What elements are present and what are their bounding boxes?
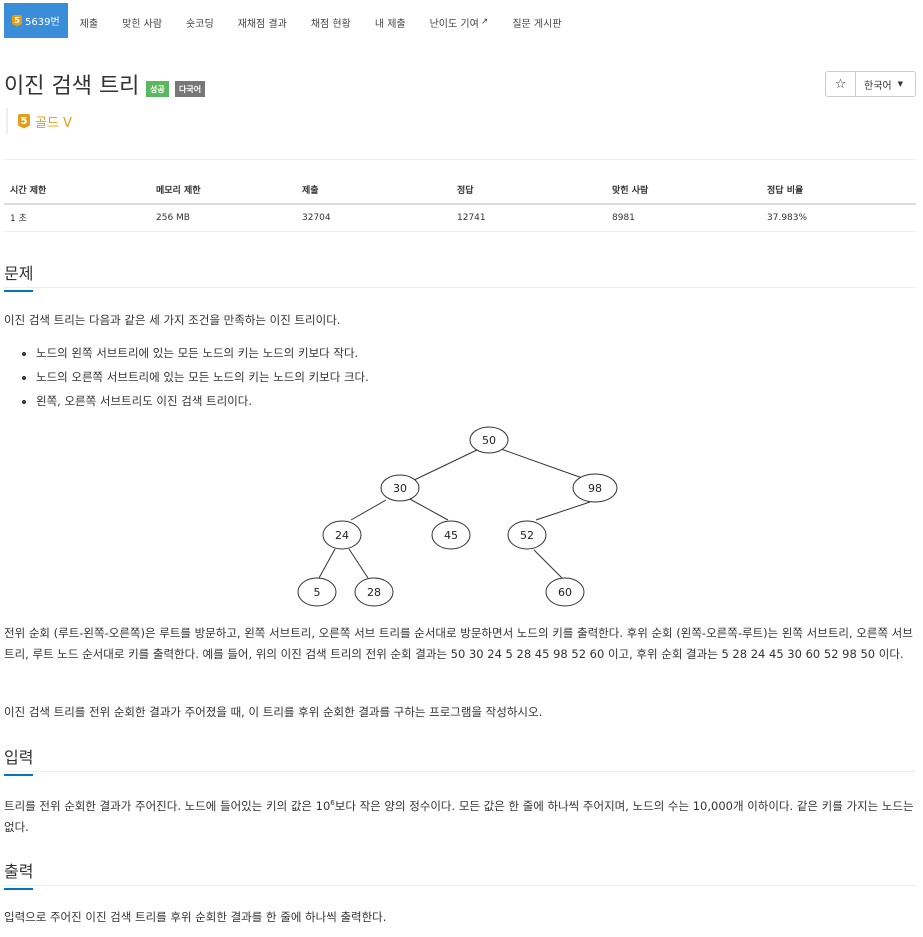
multilang-label: 다국어 — [175, 81, 206, 97]
tab-problem-id[interactable]: 5 5639번 — [4, 3, 68, 38]
language-dropdown[interactable]: 한국어 ▼ — [855, 71, 916, 97]
tree-edge — [407, 497, 449, 521]
value-solvers: 8981 — [606, 204, 761, 232]
tree-node-label: 50 — [482, 434, 496, 447]
tier-badge-icon: 5 — [12, 14, 22, 27]
section-divider — [4, 287, 916, 288]
caret-down-icon: ▼ — [897, 80, 903, 88]
problem-intro: 이진 검색 트리는 다음과 같은 세 가지 조건을 만족하는 이진 트리이다. — [4, 313, 341, 327]
tree-node-label: 98 — [588, 482, 602, 495]
value-accepted: 12741 — [451, 204, 606, 232]
star-icon: ☆ — [834, 76, 847, 92]
header-accepted: 정답 — [451, 175, 606, 205]
tab-accepted-users[interactable]: 맞힌 사람 — [110, 3, 174, 41]
tree-node-label: 60 — [558, 586, 572, 599]
input-text-part1: 트리를 전위 순회한 결과가 주어진다. 노드에 들어있는 키의 값은 10 — [4, 798, 331, 813]
condition-list: 노드의 왼쪽 서브트리에 있는 모든 노드의 키는 노드의 키보다 작다. 노드… — [4, 341, 369, 413]
tree-edge — [535, 501, 591, 521]
tab-difficulty-contribution[interactable]: 난이도 기여 ↗ — [418, 3, 501, 41]
tree-edge — [500, 448, 586, 480]
tree-node-label: 24 — [335, 529, 349, 542]
tree-edge — [318, 548, 336, 579]
language-label: 한국어 — [864, 80, 892, 92]
problem-tier[interactable]: 5 골드 V — [6, 108, 72, 134]
output-description: 입력으로 주어진 이진 검색 트리를 후위 순회한 결과를 한 줄에 하나씩 출… — [4, 910, 387, 924]
page-title: 이진 검색 트리 — [4, 74, 140, 99]
success-label: 성공 — [146, 81, 169, 97]
table-header-row: 시간 제한 메모리 제한 제출 정답 맞힌 사람 정답 비율 — [4, 175, 916, 205]
tree-node-label: 30 — [393, 482, 407, 495]
header-memory-limit: 메모리 제한 — [150, 175, 296, 205]
list-item: 노드의 오른쪽 서브트리에 있는 모든 노드의 키는 노드의 키보다 크다. — [36, 365, 369, 389]
tier-label: 골드 V — [35, 115, 72, 131]
value-submissions: 32704 — [296, 204, 451, 232]
tab-rejudge-results[interactable]: 재채점 결과 — [226, 3, 299, 41]
tree-node-label: 5 — [314, 586, 321, 599]
tree-node-label: 45 — [444, 529, 458, 542]
tier-badge-icon: 5 — [18, 113, 30, 129]
tree-edge — [350, 499, 387, 521]
divider — [4, 159, 916, 160]
tab-my-submissions[interactable]: 내 제출 — [363, 3, 418, 41]
tree-edge — [409, 448, 480, 483]
table-row: 1 초 256 MB 32704 12741 8981 37.983% — [4, 204, 916, 232]
problem-nav: 5 5639번 제출 맞힌 사람 숏코딩 재채점 결과 채점 현황 내 제출 난… — [0, 0, 923, 44]
tree-node-label: 28 — [367, 586, 381, 599]
header-submissions: 제출 — [296, 175, 451, 205]
bst-diagram: 50 30 98 24 45 52 5 28 60 — [297, 426, 618, 607]
tab-problem-id-label: 5639번 — [25, 17, 60, 28]
tab-submit[interactable]: 제출 — [68, 3, 110, 41]
task-description: 이진 검색 트리를 전위 순회한 결과가 주어졌을 때, 이 트리를 후위 순회… — [4, 705, 543, 719]
favorite-button[interactable]: ☆ — [825, 71, 856, 97]
value-ratio: 37.983% — [761, 204, 916, 232]
tab-question-board[interactable]: 질문 게시판 — [500, 3, 573, 41]
value-memory-limit: 256 MB — [150, 204, 296, 232]
section-divider — [4, 885, 916, 886]
tab-judge-status[interactable]: 채점 현황 — [299, 3, 363, 41]
tree-edge — [533, 549, 563, 579]
tree-edge — [348, 548, 369, 579]
header-solvers: 맞힌 사람 — [606, 175, 761, 205]
external-link-icon: ↗ — [480, 17, 489, 27]
header-time-limit: 시간 제한 — [4, 175, 150, 205]
problem-info-table: 시간 제한 메모리 제한 제출 정답 맞힌 사람 정답 비율 1 초 256 M… — [4, 175, 916, 232]
input-description: 트리를 전위 순회한 결과가 주어진다. 노드에 들어있는 키의 값은 106보… — [4, 793, 916, 838]
header-ratio: 정답 비율 — [761, 175, 916, 205]
tree-node-label: 52 — [520, 529, 534, 542]
section-divider — [4, 771, 916, 772]
tab-short-coding[interactable]: 숏코딩 — [174, 3, 226, 41]
list-item: 노드의 왼쪽 서브트리에 있는 모든 노드의 키는 노드의 키보다 작다. — [36, 341, 369, 365]
list-item: 왼쪽, 오른쪽 서브트리도 이진 검색 트리이다. — [36, 389, 369, 413]
traversal-description: 전위 순회 (루트-왼쪽-오른쪽)은 루트를 방문하고, 왼쪽 서브트리, 오른… — [4, 626, 913, 661]
value-time-limit: 1 초 — [4, 204, 150, 232]
tab-difficulty-label: 난이도 기여 — [429, 18, 479, 30]
